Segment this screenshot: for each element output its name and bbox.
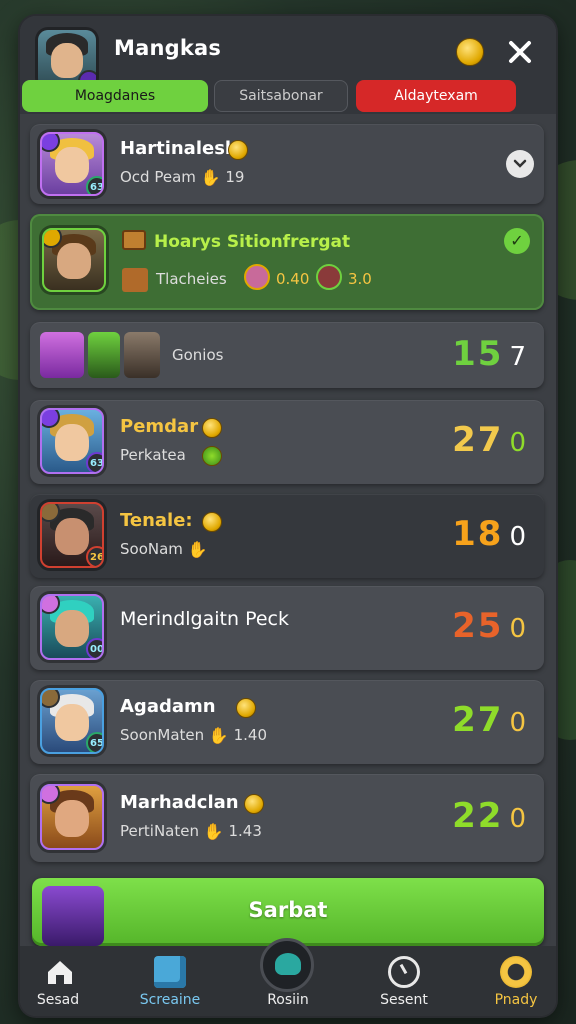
coin-icon[interactable]	[456, 38, 484, 66]
group-row[interactable]: Gonios 15 7	[30, 322, 544, 388]
level-badge: 26	[86, 546, 102, 566]
player-row[interactable]: 26 Tenale: SooNam ✋ 18 0	[30, 494, 544, 578]
player-avatar: 63	[40, 132, 104, 196]
player-subtitle: PertiNaten ✋ 1.43	[120, 822, 262, 841]
mini-avatar	[244, 264, 270, 290]
player-subtitle: Perkatea	[120, 446, 186, 464]
coin-icon	[202, 418, 222, 438]
coin-icon	[236, 698, 256, 718]
group-label: Gonios	[172, 346, 224, 364]
clock-icon	[388, 956, 420, 988]
start-button[interactable]: Sarbat	[32, 878, 544, 946]
player-name: Hartinalesk	[120, 138, 237, 159]
nav-item-center[interactable]: Rosiin	[238, 938, 338, 1016]
chevron-down-icon[interactable]	[506, 150, 534, 178]
close-icon[interactable]	[506, 38, 534, 66]
home-icon	[44, 956, 76, 988]
player-avatar	[40, 784, 104, 850]
coin-icon	[202, 446, 222, 466]
player-score: 22 0	[452, 796, 528, 836]
dragon-icon	[260, 938, 314, 992]
tab-third[interactable]: Aldaytexam	[356, 80, 516, 112]
coin-icon	[228, 140, 248, 160]
player-subtitle: Ocd Peam ✋ 19	[120, 168, 245, 187]
crate-icon	[122, 268, 148, 292]
coin-icon	[244, 794, 264, 814]
player-name: Merindlgaitn Peck	[120, 608, 289, 630]
player-score: 25 0	[452, 606, 528, 646]
player-name: Marhadclan	[120, 792, 239, 813]
bottom-nav: Sesad Screaine Rosiin Sesent Pnady	[20, 938, 556, 1016]
nav-item-store[interactable]: Screaine	[120, 946, 220, 1016]
player-name: Pemdar	[120, 416, 199, 437]
chest-icon	[122, 230, 146, 250]
level-badge: 63	[86, 452, 102, 472]
hand-icon: ✋	[200, 168, 221, 187]
nav-item-timer[interactable]: Sesent	[354, 946, 454, 1016]
group-avatar	[88, 332, 120, 378]
nav-item-home[interactable]: Sesad	[20, 946, 120, 1016]
level-badge: 65	[86, 732, 102, 752]
featured-player-row[interactable]: 63 Hartinalesk Ocd Peam ✋ 19	[30, 124, 544, 204]
level-badge: 00	[86, 638, 102, 658]
hand-icon: ✋	[203, 822, 224, 841]
panel-header: Mangkas Moagdanes Saitsabonar Aldaytexam	[20, 16, 556, 114]
check-icon: ✓	[504, 228, 530, 254]
leaderboard-panel: Mangkas Moagdanes Saitsabonar Aldaytexam…	[20, 16, 556, 1016]
nav-item-ready[interactable]: Pnady	[466, 946, 556, 1016]
tab-second[interactable]: Saitsabonar	[214, 80, 348, 112]
page-title: Mangkas	[114, 36, 222, 60]
hand-icon: ✋	[208, 726, 229, 745]
group-score: 15 7	[452, 334, 528, 374]
player-avatar: 00	[40, 594, 104, 660]
highlight-subtitle: Tlacheies	[156, 270, 227, 288]
player-row[interactable]: 63 Pemdar Perkatea 27 0	[30, 400, 544, 484]
start-button-label: Sarbat	[248, 898, 328, 922]
player-score: 27 0	[452, 700, 528, 740]
player-avatar: 65	[40, 688, 104, 754]
group-avatar	[40, 332, 84, 378]
player-score: 27 0	[452, 420, 528, 460]
group-avatar	[124, 332, 160, 378]
mini-avatar	[316, 264, 342, 290]
highlight-row[interactable]: Hoarys Sitionfrergat ✓ Tlacheies 0.40 3.…	[30, 214, 544, 310]
player-avatar	[42, 228, 106, 292]
player-name: Tenale:	[120, 510, 193, 531]
player-score: 18 0	[452, 514, 528, 554]
player-row[interactable]: Marhadclan PertiNaten ✋ 1.43 22 0	[30, 774, 544, 862]
player-avatar: 63	[40, 408, 104, 474]
hand-icon: ✋	[187, 540, 208, 559]
player-name: Agadamn	[120, 696, 216, 717]
coin-icon	[202, 512, 222, 532]
tab-first[interactable]: Moagdanes	[22, 80, 208, 112]
player-row[interactable]: 65 Agadamn SoonMaten ✋ 1.40 27 0	[30, 680, 544, 764]
player-avatar: 26	[40, 502, 104, 568]
coin-icon	[500, 956, 532, 988]
highlight-stat: 0.40	[276, 270, 310, 288]
highlight-title: Hoarys Sitionfrergat	[154, 232, 351, 252]
cube-icon	[154, 956, 186, 988]
player-row[interactable]: 00 Merindlgaitn Peck 25 0	[30, 586, 544, 670]
player-subtitle: SoonMaten ✋ 1.40	[120, 726, 268, 745]
player-subtitle: SooNam ✋	[120, 540, 208, 559]
level-badge: 63	[86, 176, 102, 194]
highlight-stat: 3.0	[348, 270, 372, 288]
